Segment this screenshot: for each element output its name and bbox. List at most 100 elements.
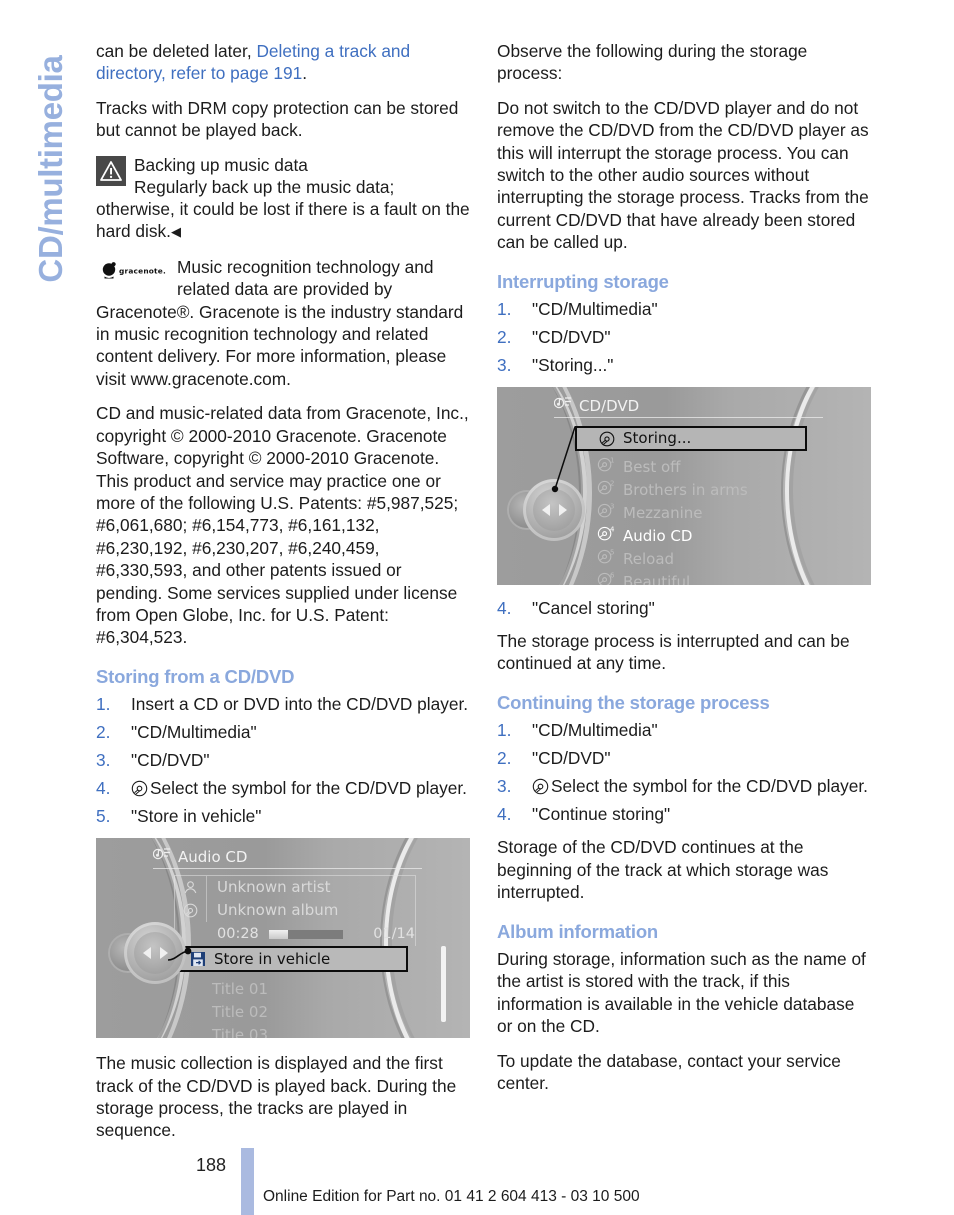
cd-disc-numbered-icon: 5 [597,548,623,570]
list-item: 1. "CD/Multimedia" [497,719,871,741]
list-item-label: Audio CD [623,527,693,546]
list-item[interactable]: Title 03 [212,1024,268,1038]
cd-disc-numbered-icon: 6 [597,571,623,586]
cd-disc-numbered-icon: 3 [597,502,623,524]
paragraph-interrupted: The storage process is interrupted and c… [497,631,850,674]
list-item[interactable]: 3 Mezzanine [597,502,703,524]
paragraph-prefix: can be deleted later, [96,41,257,61]
step-text: "Continue storing" [532,804,671,825]
list-item: 3. Select the symbol for the CD/DVD play… [497,775,871,797]
step-number: 2. [96,722,111,743]
disc-superscript: 1 [610,457,614,465]
music-note-icon [152,846,171,868]
gracenote-logo-icon: gracenote. [100,260,168,282]
step-text: "Cancel storing" [532,598,655,619]
music-note-icon [553,395,572,417]
cd-disc-numbered-icon: 2 [597,479,623,501]
step-text: Insert a CD or DVD into the CD/DVD playe… [131,694,469,715]
selected-menu-item-store-in-vehicle[interactable]: Store in vehicle [178,946,408,973]
step-text: "CD/Multimedia" [532,720,658,741]
paragraph-suffix: . [302,63,308,84]
step-number: 1. [497,720,512,741]
warning-body-text: Regularly back up the music data; otherw… [96,176,470,242]
paragraph-legal: CD and music-related data from Gracenote… [96,403,469,648]
cd-disc-icon [532,778,549,795]
step-number: 3. [497,776,512,797]
list-item[interactable]: 4 Audio CD [597,525,692,547]
heading-interrupting-storage: Interrupting storage [497,270,669,292]
list-item-label: Best off [623,458,681,477]
steps-storing-list: 1. Insert a CD or DVD into the CD/DVD pl… [96,693,470,827]
selected-menu-item-storing[interactable]: Storing... [575,426,807,452]
arrow-left-icon [142,947,151,960]
warning-end-mark: ◀ [170,224,181,240]
controller-inner [134,932,176,975]
list-item[interactable]: Title 02 [212,1001,268,1023]
step-text: "CD/DVD" [532,748,611,769]
manual-page: CD/multimedia can be deleted later, Dele… [0,0,954,1215]
paragraph-deleting-later: can be deleted later, Deleting a track a… [96,40,470,85]
list-item[interactable]: 1 Best off [597,456,681,478]
list-item: 4. "Cancel storing" [497,597,871,619]
step-text: "Storing..." [532,355,614,376]
step-number: 3. [497,355,512,376]
track-counter: 01/14 [373,925,415,942]
list-item: 1. Insert a CD or DVD into the CD/DVD pl… [96,693,470,715]
cd-disc-numbered-icon: 4 [597,525,623,547]
step-text: Select the symbol for the CD/DVD player. [551,776,868,797]
selected-item-label: Store in vehicle [214,949,331,968]
step-text: "CD/Multimedia" [131,722,257,743]
list-item[interactable]: 5 Reload [597,548,674,570]
list-item: 3. "Storing..." [497,354,871,376]
left-column: can be deleted later, Deleting a track a… [96,40,470,1154]
list-item-label: Mezzanine [623,504,703,523]
paragraph-update-database: To update the database, contact your ser… [497,1050,841,1093]
album-row: Unknown album [175,899,415,923]
paragraph-music-collection: The music collection is displayed and th… [96,1053,457,1141]
footer-note: Online Edition for Part no. 01 41 2 604 … [263,1188,640,1205]
disc-superscript: 4 [610,526,615,534]
right-column: Observe the following during the storage… [497,40,871,1106]
list-item[interactable]: Title 01 [212,978,268,1000]
step-number: 3. [96,750,111,771]
cd-disc-icon [131,780,148,797]
cd-disc-numbered-icon: 1 [597,456,623,478]
arrow-left-icon [541,504,550,517]
artist-row: Unknown artist [175,876,415,900]
list-item: 4. "Continue storing" [497,803,871,825]
screenshot-title-text: Audio CD [178,848,248,867]
screenshot-title-text: CD/DVD [579,397,640,416]
person-icon [175,876,207,900]
warning-body: Regularly back up the music data; otherw… [96,176,470,244]
step-number: 4. [497,598,512,619]
warning-triangle-icon [96,155,126,186]
screenshot-header: CD/DVD [553,395,640,417]
heading-album-information: Album information [497,920,659,942]
paragraph-album-info: During storage, information such as the … [497,948,866,1037]
list-item: 2. "CD/DVD" [497,747,871,769]
step-text: "CD/Multimedia" [532,299,658,320]
warning-title: Backing up music data [134,154,308,175]
controller-inner [533,489,575,532]
page-number: 188 [196,1155,227,1175]
header-divider [153,868,422,870]
list-item-label: Beautiful [623,573,691,586]
scroll-indicator[interactable] [441,946,446,1023]
page-marker-bar [241,1148,254,1215]
progress-bar[interactable] [268,929,344,939]
step-number: 2. [497,748,512,769]
list-item[interactable]: 2 Brothers in arms [597,479,748,501]
gracenote-block: gracenote. Music recognition technology … [96,256,470,390]
step-number: 4. [96,778,111,799]
screenshot-header: Audio CD [152,846,248,868]
list-item[interactable]: 6 Beautiful [597,571,691,586]
playback-progress-row: 00:28 01/14 [175,922,415,946]
paragraph-drm: Tracks with DRM copy protection can be s… [96,97,459,141]
list-item: 2. "CD/DVD" [497,326,871,348]
chapter-tab-label: CD/multimedia [32,55,69,283]
steps-cancel-list: 4. "Cancel storing" [497,597,871,619]
cd-disc-icon [599,431,615,447]
track-info-panel: Unknown artist Unknown album 00:28 01/14 [174,875,416,947]
idrive-controller-icon[interactable] [509,479,589,542]
idrive-controller-icon[interactable] [110,922,190,985]
